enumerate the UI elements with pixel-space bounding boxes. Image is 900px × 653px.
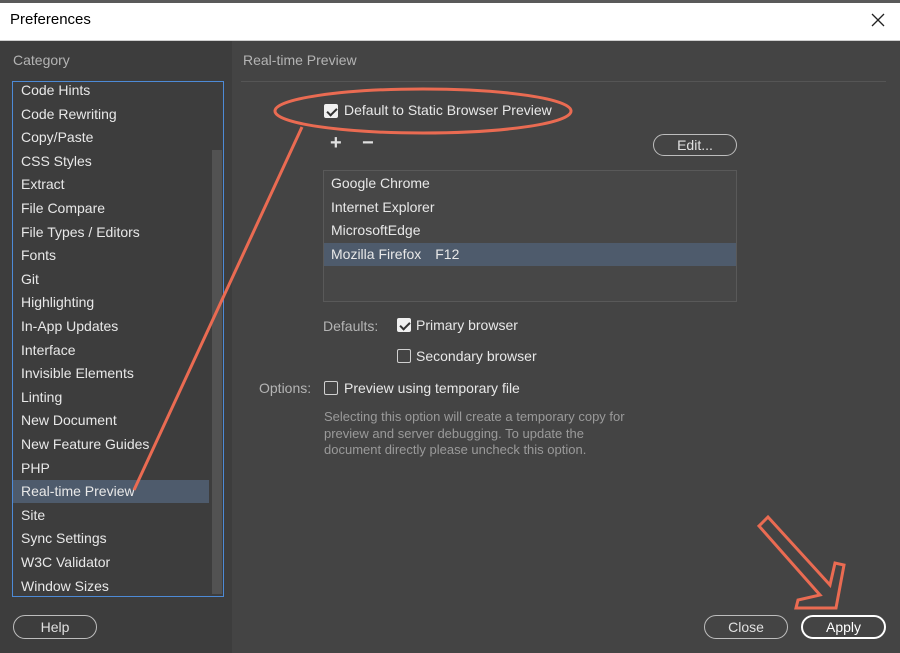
- close-window-button[interactable]: [856, 0, 900, 40]
- category-column: Category Code Hints Code Rewriting Copy/…: [0, 41, 232, 653]
- help-button[interactable]: Help: [13, 615, 97, 639]
- browser-item[interactable]: Google Chrome: [324, 172, 736, 195]
- remove-browser-button[interactable]: −: [362, 133, 374, 153]
- category-item[interactable]: Extract: [13, 173, 209, 196]
- category-item[interactable]: Code Rewriting: [13, 103, 209, 126]
- category-item[interactable]: PHP: [13, 457, 209, 480]
- browser-name: Google Chrome: [331, 175, 430, 191]
- category-item[interactable]: New Document: [13, 409, 209, 432]
- dialog-body: Category Code Hints Code Rewriting Copy/…: [0, 41, 900, 653]
- defaults-label: Defaults:: [323, 318, 379, 334]
- primary-browser-checkbox[interactable]: [397, 318, 411, 332]
- browser-name: Internet Explorer: [331, 198, 435, 215]
- category-heading: Category: [13, 52, 70, 68]
- browser-name: Mozilla Firefox: [331, 245, 422, 262]
- add-browser-button[interactable]: +: [330, 133, 342, 153]
- category-item[interactable]: Interface: [13, 339, 209, 362]
- browser-item[interactable]: MicrosoftEdge: [324, 219, 736, 242]
- category-scrollbar-thumb[interactable]: [212, 150, 222, 594]
- category-item[interactable]: Code Hints: [13, 82, 209, 102]
- browser-shortcut: F12: [435, 245, 460, 262]
- browser-item-selected[interactable]: Mozilla Firefox F12: [324, 242, 736, 266]
- apply-button[interactable]: Apply: [801, 615, 886, 639]
- category-list[interactable]: Code Hints Code Rewriting Copy/Paste CSS…: [12, 81, 224, 597]
- category-item[interactable]: Site: [13, 504, 209, 527]
- static-preview-label: Default to Static Browser Preview: [344, 102, 552, 118]
- temp-file-description: Selecting this option will create a temp…: [324, 409, 625, 457]
- category-item[interactable]: Fonts: [13, 244, 209, 267]
- category-item[interactable]: File Compare: [13, 197, 209, 220]
- browser-name: MicrosoftEdge: [331, 222, 421, 238]
- close-icon: [871, 13, 885, 27]
- panel-divider: [241, 81, 886, 82]
- category-item[interactable]: New Feature Guides: [13, 433, 209, 456]
- category-item[interactable]: CSS Styles: [13, 150, 209, 173]
- category-item[interactable]: Invisible Elements: [13, 362, 209, 385]
- secondary-browser-checkbox[interactable]: [397, 349, 411, 363]
- category-item[interactable]: In-App Updates: [13, 315, 209, 338]
- category-item[interactable]: Git: [13, 268, 209, 291]
- category-scrollbar[interactable]: [210, 82, 223, 596]
- category-item[interactable]: Sync Settings: [13, 527, 209, 550]
- title-bar: Preferences: [0, 0, 900, 41]
- category-item[interactable]: Linting: [13, 386, 209, 409]
- category-item[interactable]: Window Sizes: [13, 575, 209, 596]
- temp-file-label: Preview using temporary file: [344, 380, 520, 396]
- category-item[interactable]: Highlighting: [13, 291, 209, 314]
- category-item[interactable]: File Types / Editors: [13, 221, 209, 244]
- category-item[interactable]: Copy/Paste: [13, 126, 209, 149]
- panel-title: Real-time Preview: [243, 52, 357, 68]
- edit-button[interactable]: Edit...: [653, 134, 737, 156]
- primary-browser-label: Primary browser: [416, 317, 518, 333]
- browser-list[interactable]: Google Chrome Internet Explorer Microsof…: [323, 170, 737, 302]
- category-item[interactable]: W3C Validator: [13, 551, 209, 574]
- browser-item[interactable]: Internet Explorer: [324, 196, 736, 219]
- temp-file-checkbox[interactable]: [324, 381, 338, 395]
- category-item-real-time-preview[interactable]: Real-time Preview: [13, 480, 209, 504]
- window-title: Preferences: [10, 11, 91, 28]
- close-button[interactable]: Close: [704, 615, 788, 639]
- static-preview-checkbox[interactable]: [324, 104, 338, 118]
- options-label: Options:: [259, 380, 312, 396]
- secondary-browser-label: Secondary browser: [416, 348, 537, 364]
- top-strip: [0, 0, 900, 3]
